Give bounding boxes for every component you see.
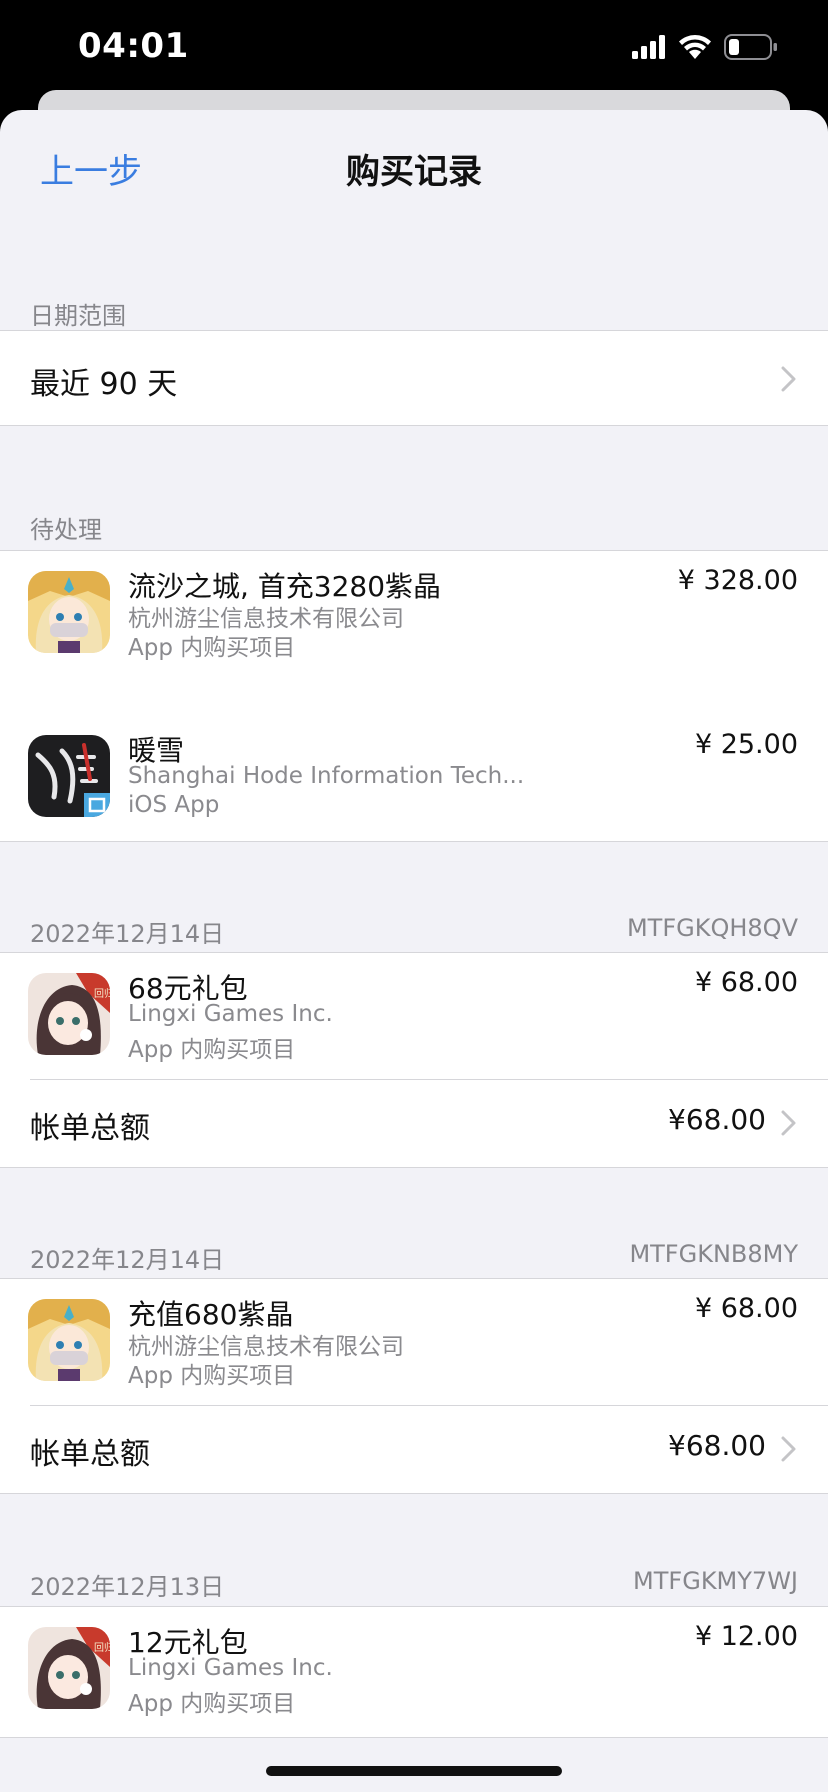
- order-date: 2022年12月13日: [30, 1573, 225, 1601]
- item-price: ¥ 25.00: [694, 729, 798, 760]
- battery-icon: [724, 34, 777, 60]
- order-group: 回归 68元礼包 Lingxi Games Inc. App 内购买项目 ¥ 6…: [0, 952, 828, 1168]
- cellular-signal-icon: [632, 35, 665, 59]
- pending-item[interactable]: 流沙之城, 首充3280紫晶 杭州游尘信息技术有限公司 App 内购买项目 ¥ …: [0, 551, 828, 675]
- item-type: App 内购买项目: [128, 1363, 296, 1389]
- bill-total-value: ¥68.00: [668, 1429, 766, 1462]
- bill-total-row[interactable]: 帐单总额 ¥68.00: [0, 1079, 828, 1167]
- order-header: 2022年12月13日 MTFGKMY7WJ: [0, 1567, 828, 1607]
- item-type: App 内购买项目: [128, 635, 296, 661]
- bill-total-label: 帐单总额: [30, 1437, 150, 1472]
- purchase-history-sheet: 上一步 购买记录 日期范围 最近 90 天 待处理 流沙之城, 首充3280紫晶…: [0, 110, 828, 1792]
- pending-group: 流沙之城, 首充3280紫晶 杭州游尘信息技术有限公司 App 内购买项目 ¥ …: [0, 550, 828, 842]
- order-group: 充值680紫晶 杭州游尘信息技术有限公司 App 内购买项目 ¥ 68.00 帐…: [0, 1278, 828, 1494]
- page-title: 购买记录: [346, 152, 482, 192]
- item-price: ¥ 328.00: [677, 565, 798, 596]
- home-indicator[interactable]: [266, 1766, 562, 1776]
- order-id: MTFGKNB8MY: [629, 1240, 798, 1268]
- nuanxue-game-icon: [28, 735, 110, 817]
- heroine-game-icon: [28, 1299, 110, 1381]
- date-range-label: 日期范围: [30, 302, 126, 330]
- item-price: ¥ 68.00: [694, 1293, 798, 1324]
- item-price: ¥ 12.00: [694, 1621, 798, 1652]
- bill-total-row[interactable]: 帐单总额 ¥68.00: [0, 1405, 828, 1493]
- order-date: 2022年12月14日: [30, 1246, 225, 1274]
- order-id: MTFGKQH8QV: [626, 914, 798, 942]
- chevron-right-icon: [781, 1436, 796, 1462]
- order-header: 2022年12月14日 MTFGKQH8QV: [0, 914, 828, 954]
- order-header: 2022年12月14日 MTFGKNB8MY: [0, 1240, 828, 1280]
- item-type: App 内购买项目: [128, 1037, 296, 1063]
- pending-item[interactable]: 暖雪 Shanghai Hode Information Tech... iOS…: [0, 715, 828, 839]
- item-developer: Lingxi Games Inc.: [128, 1001, 333, 1027]
- bill-total-label: 帐单总额: [30, 1111, 150, 1146]
- heroine-game-icon: [28, 571, 110, 653]
- order-item[interactable]: 回归 68元礼包 Lingxi Games Inc. App 内购买项目 ¥ 6…: [0, 953, 828, 1077]
- pending-label: 待处理: [30, 516, 102, 544]
- chevron-right-icon: [781, 1110, 796, 1136]
- status-time: 04:01: [78, 26, 189, 66]
- date-range-row[interactable]: 最近 90 天: [0, 331, 828, 425]
- item-type: App 内购买项目: [128, 1691, 296, 1717]
- order-item[interactable]: 充值680紫晶 杭州游尘信息技术有限公司 App 内购买项目 ¥ 68.00: [0, 1279, 828, 1403]
- date-range-value: 最近 90 天: [30, 367, 178, 402]
- lingxi-game-icon: 回归: [28, 1627, 110, 1709]
- nav-bar: 上一步 购买记录: [0, 110, 828, 220]
- item-developer: Shanghai Hode Information Tech...: [128, 763, 525, 789]
- item-price: ¥ 68.00: [694, 967, 798, 998]
- order-group: 回归 12元礼包 Lingxi Games Inc. App 内购买项目 ¥ 1…: [0, 1606, 828, 1738]
- svg-text:回归: 回归: [94, 987, 110, 1000]
- item-developer: Lingxi Games Inc.: [128, 1655, 333, 1681]
- item-type: iOS App: [128, 792, 220, 818]
- status-icons: [632, 34, 778, 60]
- order-id: MTFGKMY7WJ: [633, 1567, 798, 1595]
- bill-total-value: ¥68.00: [668, 1103, 766, 1136]
- wifi-icon: [679, 35, 711, 59]
- pending-header: 待处理: [0, 510, 828, 550]
- lingxi-game-icon: 回归: [28, 973, 110, 1055]
- chevron-right-icon: [781, 366, 796, 392]
- svg-text:回归: 回归: [94, 1641, 110, 1654]
- date-range-group: 最近 90 天: [0, 330, 828, 426]
- order-item[interactable]: 回归 12元礼包 Lingxi Games Inc. App 内购买项目 ¥ 1…: [0, 1607, 828, 1731]
- order-date: 2022年12月14日: [30, 920, 225, 948]
- status-bar: 04:01: [0, 0, 828, 96]
